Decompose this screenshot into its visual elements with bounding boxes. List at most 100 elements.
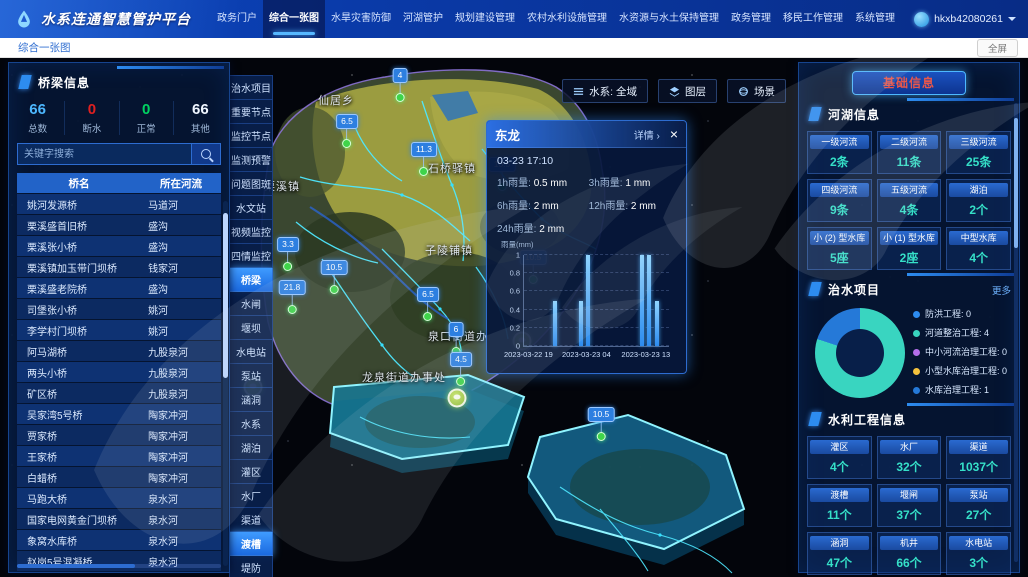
panel-header-line	[907, 273, 1014, 276]
panel-header-line	[907, 403, 1014, 406]
close-icon[interactable]: ×	[670, 127, 678, 141]
table-row[interactable]: 矿区桥九股泉河	[17, 383, 221, 403]
map-control-water-system[interactable]: 水系: 全域	[562, 79, 648, 103]
nav-item[interactable]: 移民工作管理	[777, 0, 849, 38]
map-pin[interactable]: 3.3	[277, 237, 299, 271]
table-row[interactable]: 马跑大桥泉水河	[17, 488, 221, 508]
table-row[interactable]: 两头小桥九股泉河	[17, 362, 221, 382]
layer-menu-item[interactable]: 涵洞	[229, 388, 273, 412]
stat-label: 其他	[174, 121, 227, 135]
stat-value: 0	[65, 101, 118, 118]
map-pin[interactable]: 6.5	[336, 114, 358, 148]
details-link[interactable]: 详情 ›	[634, 127, 660, 142]
nav-item[interactable]: 政务门户	[211, 0, 263, 38]
table-row[interactable]: 栗溪镇加玉带门坝桥钱家河	[17, 257, 221, 277]
nav-item[interactable]: 水旱灾害防御	[325, 0, 397, 38]
layer-menu-item[interactable]: 灌区	[229, 460, 273, 484]
info-card-value: 27个	[966, 506, 991, 523]
section-title: 治水项目	[828, 281, 880, 298]
map-control-layers[interactable]: 图层	[658, 79, 717, 103]
layer-menu-item[interactable]: 堰坝	[229, 316, 273, 340]
table-row[interactable]: 贾家桥陶家冲河	[17, 425, 221, 445]
layer-menu-item[interactable]: 重要节点	[229, 100, 273, 124]
search-input[interactable]	[17, 143, 192, 165]
map-control-scene[interactable]: 场景	[727, 79, 786, 103]
platform-logo: 水系连通智慧管护平台	[14, 9, 191, 29]
table-row[interactable]: 阿马湖桥九股泉河	[17, 341, 221, 361]
rain-stat-label: 3h雨量:	[589, 178, 626, 189]
table-row[interactable]: 李学村门坝桥姚河	[17, 320, 221, 340]
nav-item[interactable]: 政务管理	[725, 0, 777, 38]
info-card-label: 渠道	[949, 440, 1008, 454]
layer-menu-item[interactable]: 视频监控	[229, 220, 273, 244]
map-pin[interactable]: 11.3	[411, 142, 437, 176]
panel-header-chip-icon	[18, 75, 31, 89]
table-row[interactable]: 姚河发源桥马道河	[17, 194, 221, 214]
nav-item[interactable]: 河湖管护	[397, 0, 449, 38]
layer-menu-item[interactable]: 桥梁	[229, 268, 273, 292]
layer-menu-item[interactable]: 湖泊	[229, 436, 273, 460]
pin-stem	[460, 367, 461, 377]
layer-menu-item[interactable]: 水文站	[229, 196, 273, 220]
table-row[interactable]: 赵岗5号混凝桥泉水河	[17, 551, 221, 571]
table-row[interactable]: 国家电网黄金门坝桥泉水河	[17, 509, 221, 529]
info-card-label: 涵洞	[810, 536, 869, 550]
layer-menu-item[interactable]: 水系	[229, 412, 273, 436]
info-card-label: 小 (1) 型水库	[880, 231, 939, 245]
layer-menu-item[interactable]: 堤防	[229, 556, 273, 577]
nav-item[interactable]: 系统管理	[849, 0, 901, 38]
table-vscroll-thumb[interactable]	[223, 213, 228, 378]
map-pin[interactable]: 6	[449, 322, 464, 356]
table-row[interactable]: 白蜡桥陶家冲河	[17, 467, 221, 487]
table-row[interactable]: 象窝水库桥泉水河	[17, 530, 221, 550]
bridge-stat: 66其他	[174, 101, 227, 135]
search-button[interactable]	[192, 143, 221, 165]
table-row[interactable]: 司堡张小桥姚河	[17, 299, 221, 319]
layer-menu-item[interactable]: 监测预警	[229, 148, 273, 172]
layer-menu-item[interactable]: 渡槽	[229, 532, 273, 556]
nav-item[interactable]: 水资源与水土保持管理	[613, 0, 725, 38]
layer-menu-item[interactable]: 四情监控	[229, 244, 273, 268]
observation-time: 03-23 17:10	[497, 155, 676, 167]
bridge-stat: 0断水	[65, 101, 119, 135]
map-pin[interactable]: 10.5	[321, 260, 348, 294]
map-pin[interactable]: 21.8	[279, 280, 306, 314]
table-row[interactable]: 吴家湾5号桥陶家冲河	[17, 404, 221, 424]
table-row[interactable]: 栗溪张小桥盛沟	[17, 236, 221, 256]
layer-menu-item[interactable]: 渠道	[229, 508, 273, 532]
layer-menu-item[interactable]: 水电站	[229, 340, 273, 364]
nav-item[interactable]: 农村水利设施管理	[521, 0, 613, 38]
info-card-value: 4个	[969, 249, 988, 266]
pin-value: 10.5	[321, 260, 348, 275]
fullscreen-button[interactable]: 全屏	[977, 39, 1018, 57]
layer-menu-item[interactable]: 问题图斑	[229, 172, 273, 196]
table-row[interactable]: 栗溪盛老院桥盛沟	[17, 278, 221, 298]
table-row[interactable]: 王家桥陶家冲河	[17, 446, 221, 466]
layer-menu-item[interactable]: 治水项目	[229, 75, 273, 100]
user-menu[interactable]: hkxb42080261	[914, 12, 1016, 27]
stat-value: 0	[120, 101, 173, 118]
bridge-name-cell: 马跑大桥	[17, 491, 140, 506]
breadcrumb[interactable]: 综合一张图	[18, 40, 71, 55]
layer-menu-item[interactable]: 水厂	[229, 484, 273, 508]
map-pin[interactable]: 4.5	[450, 352, 472, 386]
pin-stem	[423, 157, 424, 167]
river-name-cell: 马道河	[140, 197, 221, 212]
map-pin[interactable]: 4	[393, 68, 408, 102]
basic-info-button[interactable]: 基础信息	[852, 71, 966, 95]
more-link[interactable]: 更多	[992, 283, 1011, 297]
layer-menu-item[interactable]: 监控节点	[229, 124, 273, 148]
map-pin[interactable]: 6.5	[417, 287, 439, 321]
layer-menu-item[interactable]: 泵站	[229, 364, 273, 388]
table-hscroll-thumb[interactable]	[17, 564, 135, 568]
map-pin[interactable]: 10.5	[588, 407, 615, 441]
panel-header-chip-icon	[808, 282, 821, 296]
table-row[interactable]: 栗溪盛首旧桥盛沟	[17, 215, 221, 235]
panel-vscroll-thumb[interactable]	[1014, 118, 1018, 248]
station-marker-icon[interactable]	[448, 389, 467, 408]
layer-menu-item[interactable]: 水闸	[229, 292, 273, 316]
nav-item[interactable]: 规划建设管理	[449, 0, 521, 38]
rain-stat-value: 2 mm	[534, 201, 559, 212]
pin-dot	[423, 312, 432, 321]
nav-item[interactable]: 综合一张图	[263, 0, 325, 38]
